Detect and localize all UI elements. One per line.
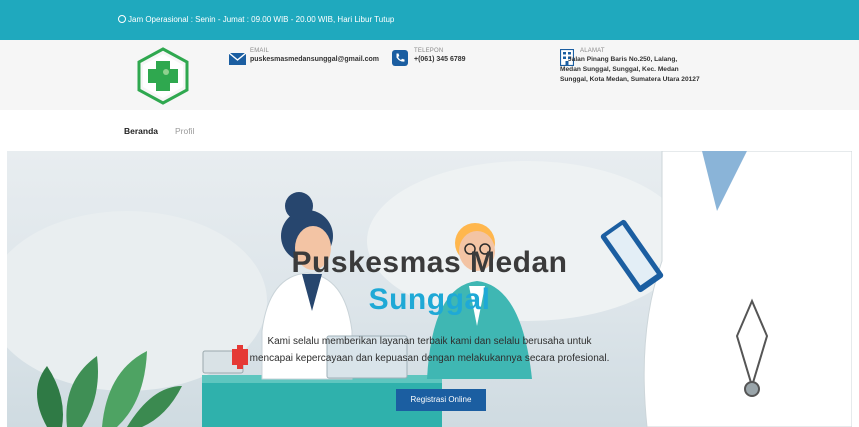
site-header: EMAIL puskesmasmedansunggal@gmail.com TE… [0,40,859,110]
operating-hours: Jam Operasional : Senin - Jumat : 09.00 … [118,15,394,24]
phone-value[interactable]: +(061) 345 6789 [414,56,466,63]
nav-item-beranda[interactable]: Beranda [124,126,158,136]
email-value[interactable]: puskesmasmedansunggal@gmail.com [250,56,379,63]
address-line: Sunggal, Kota Medan, Sumatera Utara 2012… [560,76,700,83]
phone-label: TELEPON [414,48,444,54]
main-nav: Beranda Profil [0,110,859,151]
hero-description: mencapai kepercayaan dan kepuasan dengan… [249,353,610,364]
registrasi-online-button[interactable]: Registrasi Online [396,389,486,411]
email-label: EMAIL [250,48,270,54]
operating-hours-text: Jam Operasional : Senin - Jumat : 09.00 … [128,15,395,24]
hero-title: Puskesmas Medan [291,246,568,279]
address-label: ALAMAT [580,48,605,54]
hero-title-highlight: Sunggal [368,283,491,316]
envelope-icon [229,53,246,65]
hero-banner: Puskesmas Medan Sunggal Kami selalu memb… [7,151,852,427]
top-info-bar: Jam Operasional : Senin - Jumat : 09.00 … [0,0,859,40]
clock-icon [118,15,126,23]
address-value: Jalan Pinang Baris No.250, Lalang, Medan… [560,55,700,85]
address-line: Jalan Pinang Baris No.250, Lalang, [568,56,678,63]
phone-icon [392,50,408,66]
address-line: Medan Sunggal, Sunggal, Kec. Medan [560,66,679,73]
hero-description: Kami selalu memberikan layanan terbaik k… [267,336,592,347]
nav-item-profil[interactable]: Profil [175,126,194,136]
puskesmas-logo[interactable] [134,47,192,105]
